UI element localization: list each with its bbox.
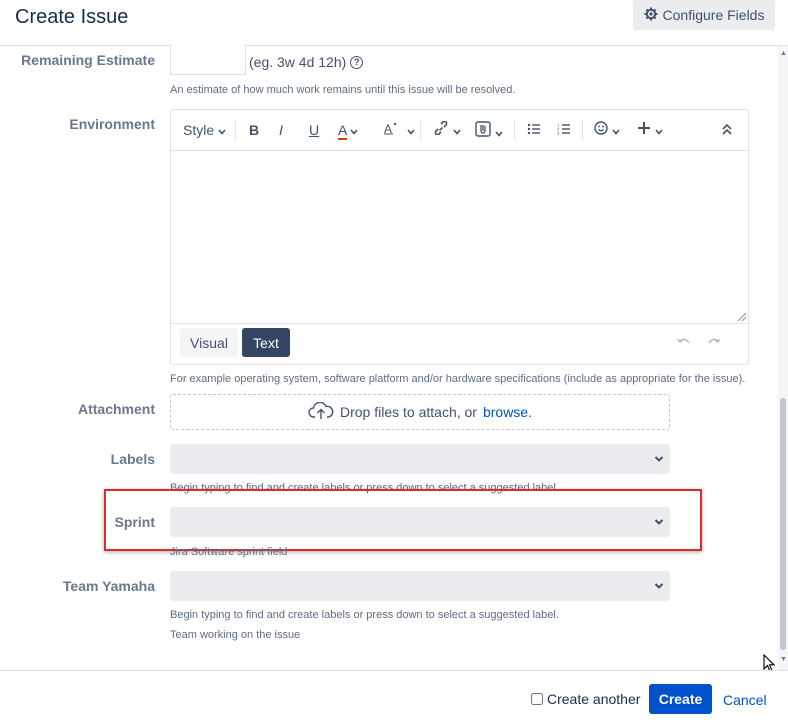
text-mode-tab[interactable]: Text: [242, 328, 290, 357]
create-button[interactable]: Create: [649, 684, 712, 714]
bold-button[interactable]: B: [249, 121, 259, 139]
team-description: Begin typing to find and create labels o…: [170, 609, 559, 621]
environment-textarea[interactable]: [171, 151, 748, 324]
link-icon: [434, 120, 448, 136]
redo-icon[interactable]: [707, 334, 721, 350]
dialog-title: Create Issue: [15, 6, 129, 28]
remaining-estimate-hint-text: (eg. 3w 4d 12h): [249, 54, 347, 70]
underline-button[interactable]: U: [309, 121, 319, 139]
chevron-down-icon: [218, 129, 226, 135]
toolbar-separator: [235, 120, 236, 140]
attachment-button[interactable]: [475, 121, 503, 139]
chevron-down-icon: [407, 129, 415, 135]
chevron-down-icon: [655, 129, 663, 135]
style-dropdown-label: Style: [183, 122, 215, 138]
visual-mode-tab[interactable]: Visual: [180, 328, 238, 357]
emoji-button[interactable]: [594, 121, 620, 139]
toolbar-separator: [420, 120, 421, 140]
labels-label: Labels: [110, 451, 155, 467]
create-another-checkbox[interactable]: [531, 693, 543, 705]
create-another-label: Create another: [547, 691, 641, 707]
team-label: Team Yamaha: [62, 578, 155, 594]
remaining-estimate-input[interactable]: [170, 45, 246, 75]
attachment-label: Attachment: [77, 401, 155, 417]
editor-toolbar: Style B I U A A 123: [171, 110, 748, 151]
sprint-highlight-box: [104, 489, 702, 551]
sprint-description: Jira Software sprint field: [170, 546, 288, 558]
remaining-estimate-label: Remaining Estimate: [21, 52, 155, 68]
link-button[interactable]: [433, 120, 461, 139]
bullet-list-button[interactable]: [527, 121, 541, 139]
remaining-estimate-hint: (eg. 3w 4d 12h) ?: [249, 54, 364, 70]
environment-editor: Style B I U A A 123 Visual Text: [170, 109, 749, 365]
drop-files-text: Drop files to attach, or: [340, 404, 477, 420]
chevron-down-icon: [612, 129, 620, 135]
team-select[interactable]: [170, 571, 670, 601]
attachment-dropzone[interactable]: Drop files to attach, or browse.: [170, 394, 670, 430]
scrollbar-thumb[interactable]: [780, 398, 786, 650]
environment-label: Environment: [69, 116, 155, 132]
style-dropdown[interactable]: Style: [183, 121, 226, 139]
vertical-scrollbar[interactable]: ▲ ▼: [778, 46, 788, 670]
dialog-header: Create Issue Configure Fields: [0, 0, 788, 46]
cloud-upload-icon: [308, 401, 334, 423]
labels-select[interactable]: [170, 444, 670, 474]
scroll-down-icon[interactable]: ▼: [780, 656, 787, 663]
italic-button[interactable]: I: [279, 121, 283, 139]
plus-icon: [638, 122, 650, 134]
text-color-icon: A: [338, 122, 347, 140]
chevron-down-icon: [350, 129, 359, 135]
double-chevron-up-icon: [722, 123, 732, 135]
help-icon[interactable]: ?: [350, 55, 364, 69]
svg-text:3: 3: [557, 131, 560, 136]
toolbar-separator: [582, 120, 583, 140]
scroll-up-icon[interactable]: ▲: [780, 50, 787, 57]
bullet-list-icon: [527, 123, 540, 135]
chevron-down-icon: [453, 129, 461, 135]
toolbar-separator: [514, 120, 515, 140]
svg-text:A: A: [384, 122, 392, 135]
chevron-down-icon: [495, 131, 503, 137]
environment-description: For example operating system, software p…: [170, 373, 746, 385]
numbered-list-icon: 123: [557, 123, 570, 136]
resize-grip-icon[interactable]: [738, 313, 746, 321]
cancel-link[interactable]: Cancel: [723, 692, 767, 708]
team-description-secondary: Team working on the issue: [170, 629, 301, 641]
chevron-down-icon: [654, 583, 664, 589]
remaining-estimate-description: An estimate of how much work remains unt…: [170, 84, 516, 96]
chevron-down-icon: [654, 456, 664, 462]
configure-fields-button[interactable]: Configure Fields: [633, 0, 775, 30]
text-color-button[interactable]: A: [338, 121, 359, 140]
attachment-icon: [475, 121, 491, 137]
create-another-option[interactable]: Create another: [531, 691, 640, 707]
more-formatting-button[interactable]: A: [383, 121, 415, 139]
undo-icon[interactable]: [677, 334, 691, 350]
emoji-icon: [594, 121, 608, 135]
dialog-footer: Create another Create Cancel: [0, 670, 788, 722]
numbered-list-button[interactable]: 123: [557, 121, 571, 139]
browse-link[interactable]: browse.: [483, 404, 532, 420]
format-icon: A: [384, 122, 397, 136]
collapse-toolbar-button[interactable]: [722, 121, 732, 139]
insert-more-button[interactable]: [637, 121, 663, 139]
configure-fields-label: Configure Fields: [662, 7, 765, 23]
gear-icon: [644, 7, 658, 24]
